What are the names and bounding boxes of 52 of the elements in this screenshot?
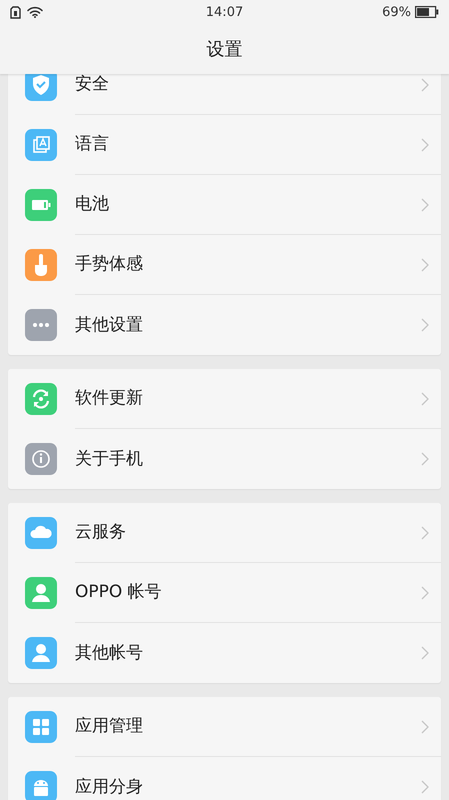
settings-item[interactable]: 语言	[8, 115, 441, 175]
language-icon	[25, 129, 57, 161]
settings-item[interactable]: 关于手机	[8, 429, 441, 489]
info-icon	[25, 443, 57, 475]
chevron-icon	[421, 138, 429, 152]
battery-percent: 69%	[382, 4, 411, 20]
item-label: 安全	[75, 75, 109, 94]
chevron-icon	[421, 720, 429, 734]
item-label: 应用分身	[75, 778, 143, 796]
item-label: OPPO 帐号	[75, 583, 162, 602]
person-icon	[25, 637, 57, 669]
settings-item[interactable]: 应用管理	[8, 697, 441, 757]
chevron-icon	[421, 780, 429, 794]
settings-item[interactable]: 软件更新	[8, 369, 441, 429]
chevron-icon	[421, 646, 429, 660]
cloud-icon	[25, 517, 57, 549]
settings-item[interactable]: 其他设置	[8, 295, 441, 355]
battery-icon	[415, 6, 439, 18]
sim-card-icon	[10, 6, 21, 18]
settings-item[interactable]: OPPO 帐号	[8, 563, 441, 623]
person-icon	[25, 577, 57, 609]
settings-item[interactable]: 电池	[8, 175, 441, 235]
item-label: 手势体感	[75, 255, 143, 274]
settings-item[interactable]: 应用分身	[8, 757, 441, 800]
settings-item[interactable]: 云服务	[8, 503, 441, 563]
chevron-icon	[421, 198, 429, 212]
chevron-icon	[421, 392, 429, 406]
chevron-icon	[421, 526, 429, 540]
chevron-icon	[421, 452, 429, 466]
chevron-icon	[421, 78, 429, 92]
chevron-icon	[421, 318, 429, 332]
pointing-hand-icon	[25, 249, 57, 281]
item-label: 应用管理	[75, 717, 143, 736]
item-label: 关于手机	[75, 450, 143, 468]
item-label: 其他设置	[75, 316, 143, 334]
clock-time: 14:07	[206, 4, 244, 20]
more-icon	[25, 309, 57, 341]
wifi-icon	[27, 6, 43, 18]
chevron-icon	[421, 586, 429, 600]
item-label: 云服务	[75, 523, 126, 542]
item-label: 其他帐号	[75, 644, 143, 662]
settings-item[interactable]: 安全	[8, 74, 441, 115]
grid-icon	[25, 711, 57, 743]
item-label: 电池	[75, 195, 109, 214]
settings-item[interactable]: 手势体感	[8, 235, 441, 295]
page-title: 设置	[206, 38, 242, 61]
settings-item[interactable]: 其他帐号	[8, 623, 441, 683]
item-label: 语言	[75, 135, 109, 154]
chevron-icon	[421, 258, 429, 272]
battery-icon	[25, 189, 57, 221]
refresh-icon	[25, 383, 57, 415]
item-label: 软件更新	[75, 389, 143, 408]
